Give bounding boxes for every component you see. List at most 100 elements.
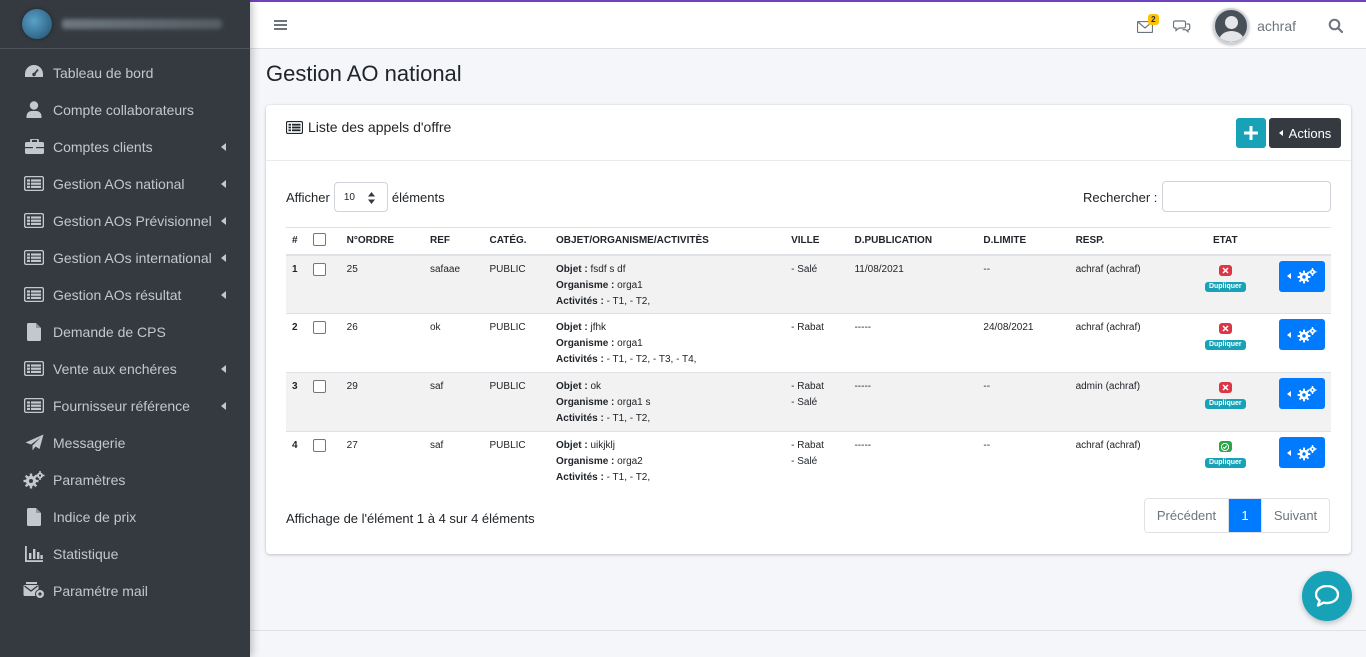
sidebar-item-label: Indice de prix xyxy=(53,508,137,525)
cogs-icon xyxy=(1297,268,1317,284)
pagination-previous[interactable]: Précédent xyxy=(1145,499,1229,532)
sidebar-item-gestion-aos-national[interactable]: Gestion AOs national xyxy=(0,165,250,202)
sidebar-item-vente-aux-encheres[interactable]: Vente aux enchéres xyxy=(0,350,250,387)
column-header[interactable]: N°ORDRE xyxy=(340,227,424,256)
sidebar-item-statistique[interactable]: Statistique xyxy=(0,535,250,572)
row-actions-button[interactable] xyxy=(1278,319,1325,350)
search-label: Rechercher : xyxy=(1083,190,1158,205)
comments-icon[interactable] xyxy=(1172,19,1191,33)
row-publication-date: 11/08/2021 xyxy=(848,254,978,314)
object-value: fsdf s df xyxy=(590,263,626,275)
organisme-value: orga1 s xyxy=(617,397,651,408)
row-ref: ok xyxy=(424,313,484,373)
x-status-icon[interactable] xyxy=(1218,264,1232,276)
duplicate-button[interactable]: Dupliquer xyxy=(1204,281,1246,292)
username[interactable]: achraf xyxy=(1257,18,1296,34)
row-checkbox[interactable] xyxy=(312,439,326,452)
chat-widget-button[interactable] xyxy=(1302,571,1352,621)
sidebar-item-parametre-mail[interactable]: Paramétre mail xyxy=(0,572,250,609)
row-order-number: 27 xyxy=(340,431,424,491)
column-header[interactable]: OBJET/ORGANISME/ACTIVITÈS xyxy=(550,227,786,256)
column-header[interactable]: D.LIMITE xyxy=(977,227,1070,256)
user-avatar[interactable] xyxy=(1213,7,1250,44)
sidebar-item-comptes-clients[interactable]: Comptes clients xyxy=(0,128,250,165)
sidebar-item-indice-de-prix[interactable]: Indice de prix xyxy=(0,498,250,535)
row-checkbox[interactable] xyxy=(312,321,326,334)
duplicate-button[interactable]: Dupliquer xyxy=(1204,458,1246,468)
row-actions-button[interactable] xyxy=(1278,260,1325,292)
card-title: Liste des appels d'offre xyxy=(286,119,451,135)
sidebar-item-demande-de-cps[interactable]: Demande de CPS xyxy=(0,313,250,350)
sidebar-item-fournisseur-reference[interactable]: Fournisseur référence xyxy=(0,387,250,424)
actions-button[interactable]: Actions xyxy=(1269,118,1341,148)
cogs-icon xyxy=(1297,385,1317,401)
row-checkbox[interactable] xyxy=(312,262,326,276)
row-number: 2 xyxy=(286,313,307,373)
mail-icon[interactable]: 2 xyxy=(1136,13,1159,33)
table-body: 1 25 safaae PUBLIC Objet : fsdf s df Organism… xyxy=(286,254,1331,491)
pagination-page-1[interactable]: 1 xyxy=(1229,499,1261,532)
sidebar-item-gestion-aos-previsionnel[interactable]: Gestion AOs Prévisionnel xyxy=(0,202,250,239)
check-status-icon[interactable] xyxy=(1218,441,1232,452)
sort-updown-icon xyxy=(367,192,375,204)
sidebar-item-gestion-aos-resultat[interactable]: Gestion AOs résultat xyxy=(0,276,250,313)
x-status-icon[interactable] xyxy=(1218,323,1232,334)
select-all-checkbox[interactable] xyxy=(312,233,326,247)
city-value: - Rabat xyxy=(791,381,824,392)
row-number: 3 xyxy=(286,372,307,432)
sidebar-item-label: Paramètres xyxy=(53,471,126,488)
row-order-number: 29 xyxy=(340,372,424,432)
column-header[interactable]: REF xyxy=(424,227,484,256)
row-checkbox[interactable] xyxy=(312,380,326,393)
menu-toggle-icon[interactable] xyxy=(274,20,287,30)
duplicate-button[interactable]: Dupliquer xyxy=(1204,340,1246,350)
column-header[interactable]: RESP. xyxy=(1069,227,1186,256)
list-icon xyxy=(286,120,303,134)
sidebar-item-label: Compte collaborateurs xyxy=(53,101,194,118)
row-category: PUBLIC xyxy=(483,254,551,314)
object-label: Objet : xyxy=(556,440,588,451)
card-title-text: Liste des appels d'offre xyxy=(308,119,452,135)
search-icon[interactable] xyxy=(1328,18,1344,34)
sidebar-item-gestion-aos-international[interactable]: Gestion AOs international xyxy=(0,239,250,276)
activites-label: Activités : xyxy=(556,354,604,365)
row-select-cell xyxy=(306,372,341,432)
column-header[interactable] xyxy=(1264,227,1331,256)
caret-left-icon xyxy=(1286,273,1291,279)
column-header[interactable]: VILLE xyxy=(785,227,849,256)
pagination-next[interactable]: Suivant xyxy=(1261,499,1329,532)
duplicate-button[interactable]: Dupliquer xyxy=(1204,399,1246,409)
row-actions-button[interactable] xyxy=(1278,378,1325,409)
x-status-icon[interactable] xyxy=(1218,382,1232,393)
select-all-checkbox-header[interactable] xyxy=(306,227,341,256)
column-header[interactable]: D.PUBLICATION xyxy=(848,227,978,256)
table-search-input[interactable] xyxy=(1162,181,1331,212)
sidebar-item-messagerie[interactable]: Messagerie xyxy=(0,424,250,461)
table-info: Affichage de l'élément 1 à 4 sur 4 éléme… xyxy=(286,511,535,526)
column-header[interactable]: # xyxy=(286,227,307,256)
activites-label: Activités : xyxy=(556,295,604,307)
sidebar-item-tableau-de-bord[interactable]: Tableau de bord xyxy=(0,54,250,91)
organisme-value: orga1 xyxy=(617,279,643,291)
sidebar-item-parametres[interactable]: Paramètres xyxy=(0,461,250,498)
row-deadline: 24/08/2021 xyxy=(977,313,1070,373)
column-header[interactable]: CATÉG. xyxy=(483,227,551,256)
object-value: uikjklj xyxy=(590,440,615,451)
row-publication-date: ----- xyxy=(848,313,978,373)
row-ref: saf xyxy=(424,431,484,491)
user-icon xyxy=(23,101,45,119)
page-length-select[interactable]: 10 xyxy=(333,182,388,212)
sidebar-item-compte-collaborateurs[interactable]: Compte collaborateurs xyxy=(0,91,250,128)
row-actions-button[interactable] xyxy=(1278,437,1325,468)
row-order-number: 25 xyxy=(340,254,424,314)
column-header[interactable]: ETAT xyxy=(1185,227,1265,256)
add-tender-button[interactable] xyxy=(1236,118,1266,148)
file-icon xyxy=(23,322,45,341)
list-icon xyxy=(23,249,45,267)
row-actions xyxy=(1264,313,1331,373)
brand[interactable] xyxy=(0,0,250,49)
cogs-icon xyxy=(23,470,45,489)
row-deadline: -- xyxy=(977,254,1070,314)
row-category: PUBLIC xyxy=(483,431,551,491)
row-number: 1 xyxy=(286,254,307,314)
